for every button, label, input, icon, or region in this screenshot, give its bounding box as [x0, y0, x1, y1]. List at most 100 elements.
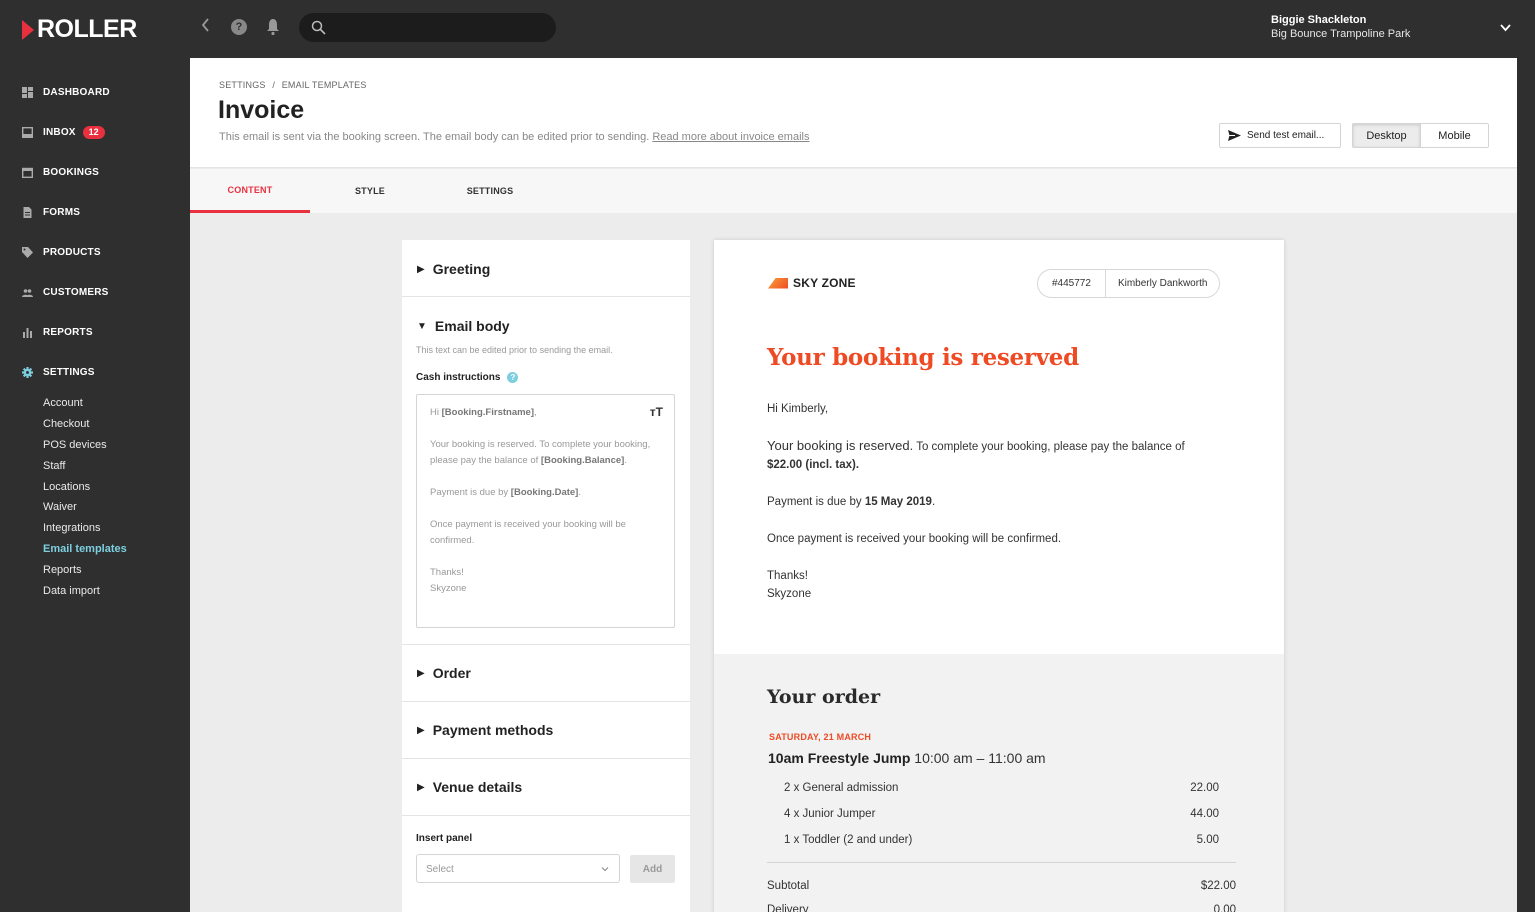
page-title: Invoice: [218, 96, 305, 124]
line-item: 2 x General admission 22.00: [784, 782, 1219, 794]
greeting-toggle[interactable]: ▶ Greeting: [417, 261, 490, 277]
insert-panel-label: Insert panel: [416, 833, 473, 844]
email-signoff: Skyzone: [767, 588, 812, 600]
payment-methods-toggle[interactable]: ▶ Payment methods: [417, 722, 553, 738]
triangle-right-icon: ▶: [417, 667, 425, 679]
search-bar[interactable]: [299, 13, 556, 42]
dashboard-icon: [22, 86, 33, 98]
sidebar-item-customers[interactable]: CUSTOMERS: [22, 282, 109, 302]
inbox-count-badge: 12: [82, 125, 105, 139]
email-greeting: Hi Kimberly,: [767, 403, 829, 415]
due-prefix: Payment is due by: [767, 496, 865, 508]
help-icon[interactable]: ?: [507, 372, 519, 383]
insert-panel-select[interactable]: Select: [416, 854, 620, 883]
due-date: 15 May 2019: [864, 496, 932, 508]
cash-instructions-textarea[interactable]: тT Hi [Booking.Firstname], Your booking …: [416, 394, 675, 628]
back-button[interactable]: [200, 17, 218, 39]
email-headline: Your booking is reserved: [767, 344, 1079, 371]
select-placeholder: Select: [426, 864, 454, 875]
chevron-down-icon[interactable]: [1499, 21, 1512, 34]
merge-token-firstname: [Booking.Firstname]: [441, 407, 534, 418]
text-segment: Once payment is received your booking wi…: [430, 519, 626, 546]
text-segment: .: [624, 455, 627, 466]
settings-sub-account[interactable]: Account: [43, 396, 83, 410]
page-header: SETTINGS / EMAIL TEMPLATES Invoice This …: [190, 58, 1517, 168]
section-title: Payment methods: [432, 722, 554, 738]
text-size-icon[interactable]: тT: [650, 404, 663, 420]
add-panel-button[interactable]: Add: [630, 855, 675, 883]
text-segment: Payment is due by: [430, 487, 511, 498]
notifications-button[interactable]: [266, 18, 280, 36]
breadcrumb-email-templates[interactable]: EMAIL TEMPLATES: [282, 80, 367, 90]
settings-sub-locations[interactable]: Locations: [43, 480, 90, 494]
people-icon: [22, 288, 33, 297]
tab-style[interactable]: STYLE: [310, 169, 430, 213]
sidebar-item-reports[interactable]: REPORTS: [22, 322, 93, 342]
search-input[interactable]: [335, 17, 545, 38]
lead-rest: To complete your booking, please pay the…: [913, 441, 1185, 453]
lead-text: Your booking is reserved.: [767, 438, 914, 453]
document-icon: [23, 206, 32, 218]
session-name: 10am Freestyle Jump: [768, 750, 911, 766]
settings-sub-integrations[interactable]: Integrations: [43, 521, 100, 535]
sidebar-item-bookings[interactable]: BOOKINGS: [22, 162, 99, 182]
tab-content[interactable]: CONTENT: [190, 169, 310, 213]
breadcrumb: SETTINGS / EMAIL TEMPLATES: [219, 80, 367, 90]
chevron-left-icon: [201, 18, 209, 32]
text-segment: Hi: [430, 407, 442, 418]
sidebar-item-inbox[interactable]: INBOX 12: [22, 122, 105, 142]
roller-logo[interactable]: ROLLER: [22, 15, 137, 44]
tab-settings[interactable]: SETTINGS: [430, 169, 550, 213]
session-time: 10:00 am – 11:00 am: [910, 750, 1046, 766]
settings-sub-waiver[interactable]: Waiver: [43, 500, 77, 514]
settings-sub-data-import[interactable]: Data import: [43, 584, 100, 598]
settings-sub-staff[interactable]: Staff: [43, 459, 65, 473]
desktop-view-button[interactable]: Desktop: [1353, 124, 1421, 147]
gear-icon: [22, 366, 33, 378]
venue-details-toggle[interactable]: ▶ Venue details: [417, 779, 522, 795]
email-para-balance: Your booking is reserved. To complete yo…: [767, 437, 1247, 456]
line-item-amount: 5.00: [1196, 834, 1219, 846]
triangle-down-icon: ▼: [417, 320, 427, 332]
venue-name: Big Bounce Trampoline Park: [1271, 28, 1411, 40]
user-menu[interactable]: Biggie Shackleton Big Bounce Trampoline …: [1271, 13, 1410, 42]
customer-name: Kimberly Dankworth: [1117, 278, 1208, 289]
total-label: Subtotal: [767, 880, 810, 892]
send-test-email-button[interactable]: Send test email...: [1219, 123, 1341, 148]
help-button[interactable]: ?: [231, 19, 247, 35]
read-more-link[interactable]: Read more about invoice emails: [652, 131, 809, 143]
sidebar-item-label: SETTINGS: [43, 366, 95, 378]
section-venue-details: ▶ Venue details: [402, 759, 690, 816]
mobile-view-button[interactable]: Mobile: [1421, 124, 1488, 147]
breadcrumb-settings[interactable]: SETTINGS: [219, 80, 266, 90]
merge-token-date: [Booking.Date]: [510, 487, 579, 498]
sidebar-item-label: DASHBOARD: [43, 86, 110, 98]
sidebar-item-dashboard[interactable]: DASHBOARD: [22, 82, 110, 102]
sidebar-item-forms[interactable]: FORMS: [22, 202, 80, 222]
email-thanks: Thanks!: [767, 570, 808, 582]
booking-ref: #445772: [1038, 270, 1106, 297]
balance-amount: $22.00 (incl. tax).: [767, 459, 860, 471]
due-suffix: .: [931, 496, 936, 508]
total-amount: $22.00: [1200, 880, 1236, 892]
sidebar-item-products[interactable]: PRODUCTS: [22, 242, 101, 262]
section-payment-methods: ▶ Payment methods: [402, 702, 690, 759]
search-icon: [311, 20, 326, 35]
tag-icon: [22, 246, 33, 258]
breadcrumb-separator: /: [272, 80, 276, 90]
email-para-confirm: Once payment is received your booking wi…: [767, 533, 1062, 545]
bell-icon: [267, 19, 279, 36]
settings-sub-reports[interactable]: Reports: [43, 563, 82, 577]
brand-name: SKY ZONE: [793, 276, 856, 290]
text-segment: .: [578, 487, 581, 498]
line-item-amount: 44.00: [1190, 808, 1219, 820]
sidebar-item-label: REPORTS: [43, 326, 93, 338]
settings-sub-checkout[interactable]: Checkout: [43, 417, 89, 431]
settings-sub-email-templates[interactable]: Email templates: [43, 542, 127, 556]
sidebar-item-settings[interactable]: SETTINGS: [22, 362, 95, 382]
settings-sub-pos-devices[interactable]: POS devices: [43, 438, 107, 452]
email-body-toggle[interactable]: ▼ Email body: [417, 318, 510, 334]
order-toggle[interactable]: ▶ Order: [417, 665, 471, 681]
email-para-due: Payment is due by 15 May 2019.: [767, 493, 1247, 511]
view-toggle: Desktop Mobile: [1352, 123, 1489, 148]
